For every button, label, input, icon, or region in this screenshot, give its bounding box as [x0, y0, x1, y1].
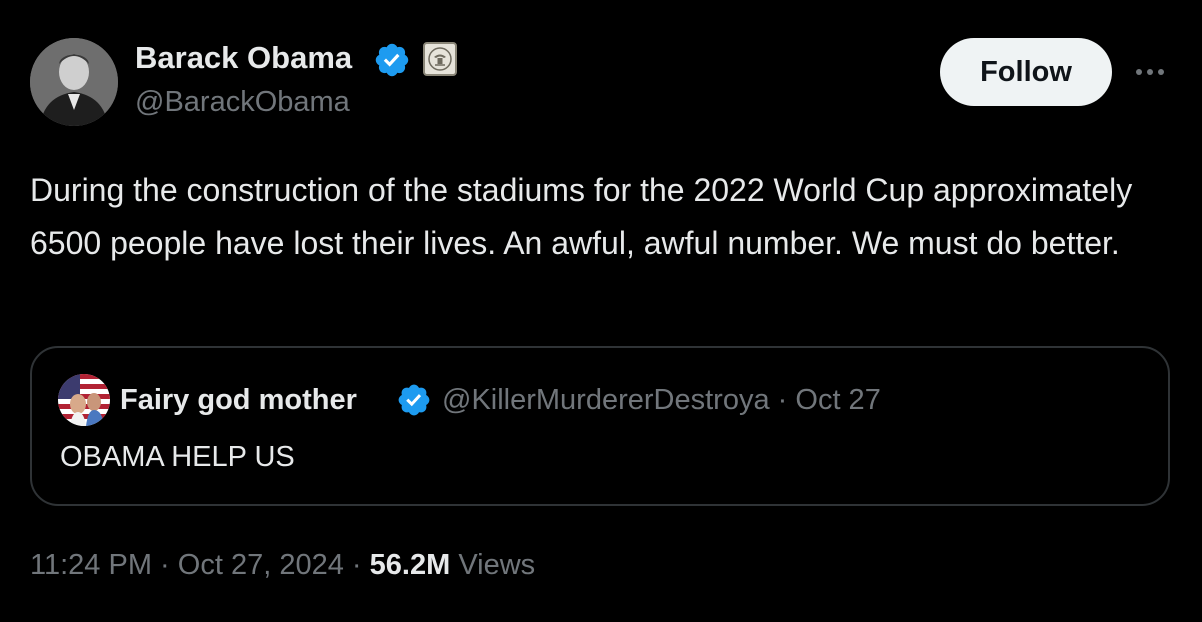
verified-badge-icon	[398, 384, 430, 416]
separator: ·	[160, 549, 170, 581]
tweet-time[interactable]: 11:24 PM	[30, 549, 152, 581]
tweet-meta: 11:24 PM · Oct 27, 2024 · 56.2M Views	[30, 546, 535, 584]
avatar-image	[58, 374, 110, 426]
separator: ·	[777, 384, 788, 416]
author-display-name[interactable]: Barack Obama	[135, 40, 352, 76]
follow-button[interactable]: Follow	[940, 38, 1112, 106]
quoted-handle-and-date: @KillerMurdererDestroya · Oct 27	[442, 382, 881, 418]
quoted-tweet-card[interactable]: Fairy god mother @KillerMurdererDestroya…	[30, 346, 1170, 506]
author-handle[interactable]: @BarackObama	[135, 84, 350, 120]
views-label: Views	[458, 549, 536, 581]
avatar-image	[30, 38, 118, 126]
quoted-tweet-text: OBAMA HELP US	[60, 441, 295, 473]
more-options-button[interactable]	[1130, 56, 1170, 88]
us-government-seal-icon	[423, 42, 457, 76]
tweet-date[interactable]: Oct 27, 2024	[178, 549, 344, 581]
verified-badge-icon	[375, 43, 409, 77]
quoted-tweet-date[interactable]: Oct 27	[795, 384, 880, 416]
views-count: 56.2M	[369, 549, 451, 581]
author-avatar[interactable]	[30, 38, 118, 126]
tweet-text: During the construction of the stadiums …	[30, 172, 1133, 261]
more-horizontal-icon	[1136, 69, 1164, 75]
quoted-author-handle[interactable]: @KillerMurdererDestroya	[442, 384, 770, 416]
separator: ·	[351, 549, 362, 581]
quoted-author-display-name[interactable]: Fairy god mother	[120, 382, 357, 418]
quoted-author-avatar[interactable]	[58, 374, 110, 426]
